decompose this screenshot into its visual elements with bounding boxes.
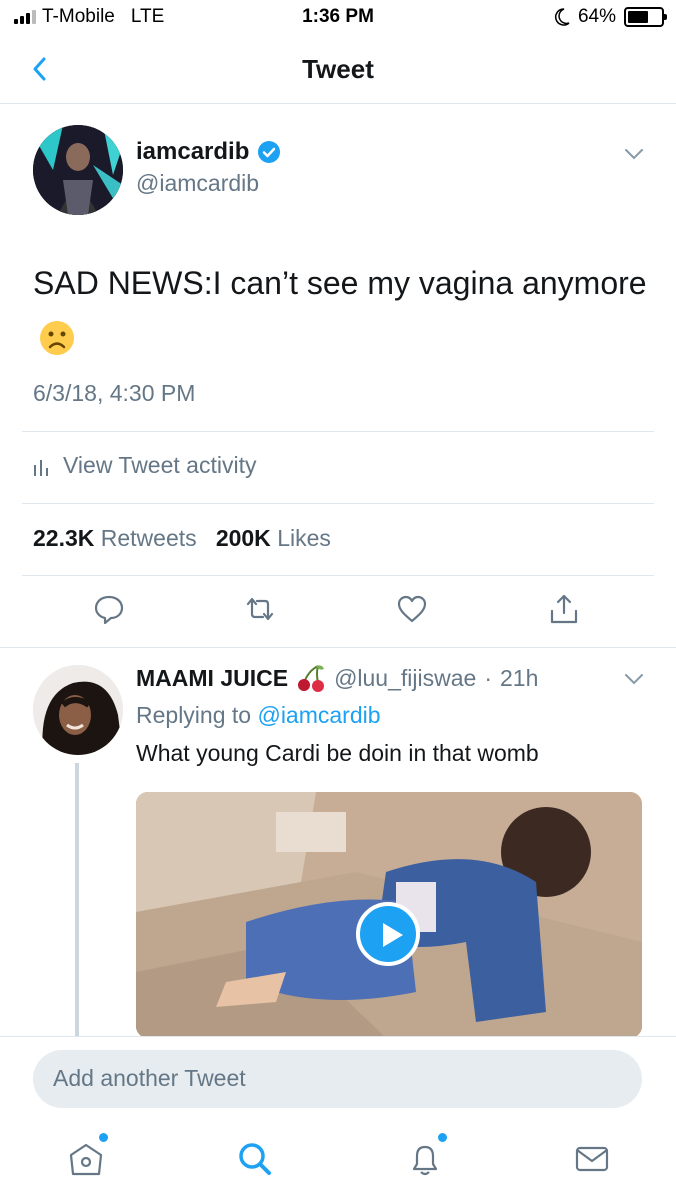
- sad-face-emoji: [40, 321, 74, 355]
- like-heart-icon[interactable]: [395, 592, 429, 626]
- notifications-icon: [412, 1145, 438, 1176]
- tab-search[interactable]: [235, 1139, 275, 1179]
- author-avatar[interactable]: [33, 125, 123, 215]
- reply-video-thumbnail[interactable]: [136, 792, 642, 1038]
- author-name-label: iamcardib: [136, 138, 250, 165]
- reply-header: MAAMI JUICE @luu_fijiswae · 21h: [136, 663, 538, 693]
- status-bar: T-Mobile LTE 1:36 PM 64%: [0, 0, 676, 34]
- likes-label: Likes: [277, 525, 331, 551]
- tweet-timestamp: 6/3/18, 4:30 PM: [33, 380, 196, 406]
- tab-bar: [0, 1121, 676, 1201]
- battery-info: 64%: [554, 6, 667, 28]
- divider: [22, 503, 654, 504]
- tab-home[interactable]: [66, 1133, 108, 1179]
- play-button-icon[interactable]: [356, 902, 420, 966]
- page-title: Tweet: [302, 54, 374, 84]
- reply-author-avatar[interactable]: [33, 665, 123, 755]
- section-divider: [0, 647, 676, 648]
- moon-icon: [554, 8, 570, 26]
- chevron-down-icon[interactable]: [622, 145, 646, 163]
- retweets-stat[interactable]: 22.3K Retweets: [33, 525, 197, 551]
- reply-icon[interactable]: [92, 592, 126, 626]
- likes-count: 200K: [215, 525, 271, 551]
- share-icon[interactable]: [547, 592, 581, 626]
- messages-icon: [575, 1146, 609, 1172]
- tweet-activity-label: View Tweet activity: [63, 452, 257, 478]
- nav-bar: Tweet: [0, 34, 676, 104]
- home-notification-dot: [99, 1133, 108, 1142]
- author-name[interactable]: iamcardib: [136, 138, 281, 166]
- tweet-stats: 22.3K Retweets 200K Likes: [33, 525, 331, 552]
- add-tweet-input[interactable]: Add another Tweet: [33, 1050, 642, 1108]
- replying-to-mention[interactable]: @iamcardib: [257, 702, 380, 728]
- tweet-text-body: SAD NEWS:I can’t see my vagina anymore: [33, 265, 647, 301]
- likes-stat[interactable]: 200K Likes: [216, 525, 331, 551]
- reply-author-name[interactable]: MAAMI JUICE: [136, 665, 288, 692]
- divider: [22, 431, 654, 432]
- retweets-label: Retweets: [100, 525, 197, 551]
- battery-percent: 64%: [577, 6, 616, 27]
- notifications-dot: [438, 1133, 447, 1142]
- reply-text: What young Cardi be doin in that womb: [136, 740, 539, 766]
- thread-line: [75, 763, 79, 1038]
- reply-handle[interactable]: @luu_fijiswae: [334, 665, 476, 692]
- analytics-icon: [34, 459, 48, 476]
- battery-icon: [624, 7, 667, 27]
- chevron-down-icon[interactable]: [622, 670, 646, 688]
- divider: [22, 575, 654, 576]
- battery-fill: [628, 11, 648, 23]
- replying-to: Replying to @iamcardib: [136, 702, 381, 729]
- replying-to-prefix: Replying to: [136, 702, 252, 728]
- cherries-emoji: [298, 665, 325, 692]
- reply-separator: ·: [484, 664, 492, 691]
- retweet-icon[interactable]: [243, 592, 277, 626]
- home-icon: [69, 1143, 103, 1176]
- author-handle[interactable]: @iamcardib: [136, 170, 259, 197]
- tab-notifications[interactable]: [405, 1133, 447, 1179]
- compose-bar: Add another Tweet: [0, 1036, 676, 1121]
- tweet-actions: [0, 592, 676, 632]
- retweets-count: 22.3K: [33, 525, 95, 551]
- tweet-text: SAD NEWS:I can’t see my vagina anymore: [33, 255, 653, 367]
- reply-time: 21h: [499, 664, 539, 691]
- tweet-activity-link[interactable]: View Tweet activity: [33, 452, 256, 479]
- verified-badge-icon: [258, 141, 281, 163]
- search-icon: [239, 1143, 271, 1175]
- tab-messages[interactable]: [572, 1139, 612, 1179]
